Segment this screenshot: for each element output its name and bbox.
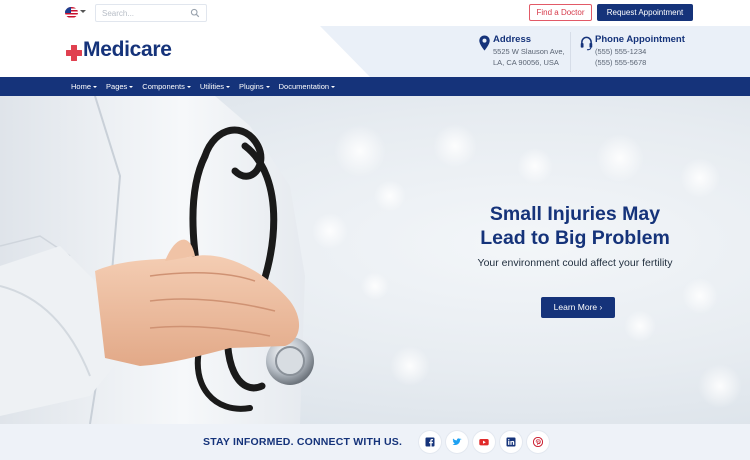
- twitter-button[interactable]: [446, 431, 468, 453]
- nav-item-home[interactable]: Home: [71, 77, 98, 96]
- nav-item-pages[interactable]: Pages: [106, 77, 134, 96]
- request-appointment-button[interactable]: Request Appointment: [597, 4, 693, 21]
- divider: [570, 32, 571, 72]
- hero-text: Small Injuries May Lead to Big Problem Y…: [440, 202, 710, 269]
- chevron-down-icon: [186, 86, 191, 89]
- chevron-down-icon: [93, 86, 98, 89]
- twitter-icon: [452, 438, 462, 445]
- headset-icon: [580, 36, 593, 51]
- linkedin-icon: [506, 437, 516, 447]
- hero-banner: Small Injuries May Lead to Big Problem Y…: [0, 96, 750, 424]
- pinterest-icon: [533, 437, 543, 447]
- connect-title: STAY INFORMED. CONNECT WITH US.: [203, 436, 403, 448]
- nav-item-components[interactable]: Components: [142, 77, 191, 96]
- hero-heading: Small Injuries May Lead to Big Problem: [480, 203, 670, 249]
- chevron-down-icon[interactable]: [80, 10, 86, 13]
- find-doctor-button[interactable]: Find a Doctor: [529, 4, 592, 21]
- main-nav: Home Pages Components Utilities Plugins …: [0, 77, 750, 96]
- search-box[interactable]: [95, 4, 207, 22]
- address-line-1: 5525 W Slauson Ave,: [493, 47, 565, 56]
- phone-line-1[interactable]: (555) 555-1234: [595, 47, 646, 56]
- address-line-2: LA, CA 90056, USA: [493, 58, 559, 67]
- nav-item-documentation[interactable]: Documentation: [279, 77, 336, 96]
- medical-cross-icon: [66, 45, 82, 61]
- facebook-icon: [425, 437, 435, 447]
- pinterest-button[interactable]: [527, 431, 549, 453]
- youtube-icon: [479, 439, 489, 446]
- chevron-down-icon: [265, 86, 270, 89]
- phone-title: Phone Appointment: [595, 34, 685, 45]
- youtube-button[interactable]: [473, 431, 495, 453]
- search-icon[interactable]: [190, 8, 200, 18]
- top-bar: Find a Doctor Request Appointment: [0, 0, 750, 26]
- facebook-button[interactable]: [419, 431, 441, 453]
- site-header: Medicare Address 5525 W Slauson Ave, LA,…: [0, 26, 750, 77]
- search-input[interactable]: [102, 7, 186, 20]
- hero-subheading: Your environment could affect your ferti…: [477, 257, 673, 269]
- chevron-down-icon: [226, 86, 230, 89]
- linkedin-button[interactable]: [500, 431, 522, 453]
- address-title: Address: [493, 34, 532, 45]
- us-flag-icon[interactable]: [65, 7, 78, 18]
- phone-line-2[interactable]: (555) 555-5678: [595, 58, 646, 67]
- logo-text: Medicare: [83, 38, 172, 61]
- chevron-down-icon: [129, 86, 134, 89]
- map-pin-icon: [479, 35, 490, 51]
- learn-more-button[interactable]: Learn More ›: [541, 297, 615, 318]
- nav-item-plugins[interactable]: Plugins: [239, 77, 270, 96]
- nav-item-utilities[interactable]: Utilities: [200, 77, 230, 96]
- connect-bar: STAY INFORMED. CONNECT WITH US.: [0, 424, 750, 460]
- chevron-down-icon: [331, 86, 336, 89]
